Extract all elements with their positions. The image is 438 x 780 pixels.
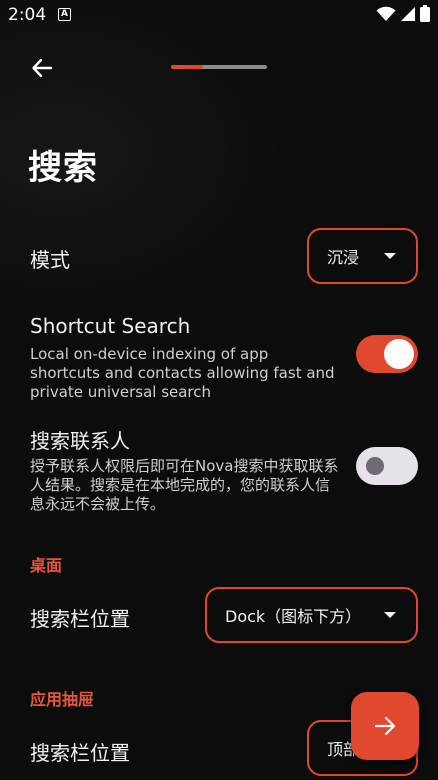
contacts-search-label: 搜索联系人 <box>30 429 130 453</box>
mode-label: 模式 <box>30 248 70 272</box>
wifi-icon <box>376 6 396 21</box>
desktop-searchbar-label: 搜索栏位置 <box>30 607 130 631</box>
battery-icon <box>420 5 430 22</box>
shortcut-search-toggle[interactable] <box>356 335 418 373</box>
chevron-down-icon <box>384 612 396 618</box>
contacts-search-description: 授予联系人权限后即可在Nova搜索中获取联系人结果。搜索是在本地完成的，您的联系… <box>30 457 339 513</box>
setup-progress-bar <box>171 65 267 69</box>
page-title: 搜索 <box>28 148 98 188</box>
desktop-section-header: 桌面 <box>30 556 63 575</box>
desktop-searchbar-dropdown[interactable]: Dock（图标下方） <box>205 587 418 643</box>
signal-icon <box>401 6 415 21</box>
toggle-thumb <box>384 339 414 369</box>
arrow-right-icon <box>374 716 396 736</box>
next-button[interactable] <box>351 692 419 760</box>
drawer-searchbar-label: 搜索栏位置 <box>30 741 130 765</box>
setup-progress-fill <box>171 65 203 69</box>
shortcut-search-label: Shortcut Search <box>30 314 191 338</box>
status-icons <box>376 5 430 22</box>
mode-dropdown-value: 沉浸 <box>327 248 360 267</box>
status-bar: 2:04 A <box>0 0 438 32</box>
contacts-search-toggle[interactable] <box>356 447 418 485</box>
mode-dropdown[interactable]: 沉浸 <box>307 228 418 284</box>
status-time: 2:04 <box>8 5 47 25</box>
shortcut-search-description: Local on-device indexing of app shortcut… <box>30 345 335 401</box>
arrow-left-icon <box>32 58 53 78</box>
back-button[interactable] <box>22 48 62 88</box>
chevron-down-icon <box>384 253 396 259</box>
notification-icon: A <box>58 8 71 21</box>
desktop-searchbar-value: Dock（图标下方） <box>225 607 362 626</box>
drawer-section-header: 应用抽屉 <box>30 690 95 709</box>
toggle-thumb <box>366 457 384 475</box>
